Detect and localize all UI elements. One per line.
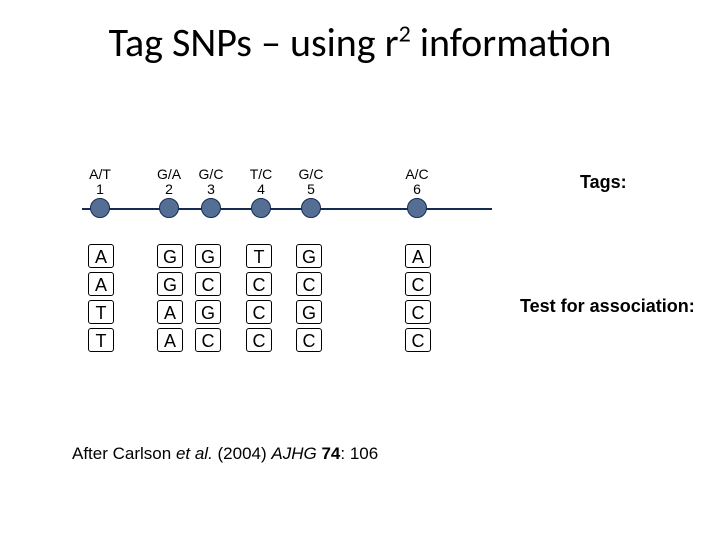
snp-label-3: G/C3 xyxy=(194,167,228,198)
snp-dot-4 xyxy=(251,198,271,218)
citation-mid: (2004) xyxy=(213,444,272,463)
snp-dot-1 xyxy=(90,198,110,218)
haplotype-cell: G xyxy=(296,300,322,324)
haplotype-cell: C xyxy=(296,272,322,296)
snp-dot-3 xyxy=(201,198,221,218)
snp-allele: T/C xyxy=(250,166,273,182)
title-pre: Tag SNPs – using r xyxy=(109,18,399,67)
snp-dot-6 xyxy=(407,198,427,218)
snp-allele: G/C xyxy=(199,166,224,182)
slide: Tag SNPs – using r2 information A/T1 G/A… xyxy=(0,0,720,540)
snp-index: 1 xyxy=(83,182,117,197)
haplotype-cell: C xyxy=(405,300,431,324)
haplotype-cell: C xyxy=(405,272,431,296)
haplotype-cell: C xyxy=(195,328,221,352)
test-association-label: Test for association: xyxy=(520,296,695,317)
citation-pre: After Carlson xyxy=(72,444,176,463)
haplotype-cell: C xyxy=(246,328,272,352)
slide-title: Tag SNPs – using r2 information xyxy=(0,18,720,67)
title-post: information xyxy=(411,18,612,67)
haplotype-cell: A xyxy=(405,244,431,268)
haplotype-cell: C xyxy=(296,328,322,352)
snp-allele: G/C xyxy=(299,166,324,182)
snp-dot-5 xyxy=(301,198,321,218)
haplotype-cell: G xyxy=(195,300,221,324)
haplotype-cell: T xyxy=(88,328,114,352)
haplotype-cell: G xyxy=(195,244,221,268)
snp-label-6: A/C6 xyxy=(400,167,434,198)
haplotype-cell: A xyxy=(88,272,114,296)
haplotype-cell: T xyxy=(88,300,114,324)
snp-index: 2 xyxy=(152,182,186,197)
citation: After Carlson et al. (2004) AJHG 74: 106 xyxy=(72,444,378,464)
haplotype-cell: C xyxy=(195,272,221,296)
citation-etal: et al. xyxy=(176,444,213,463)
snp-label-5: G/C5 xyxy=(294,167,328,198)
snp-label-1: A/T1 xyxy=(83,167,117,198)
snp-index: 6 xyxy=(400,182,434,197)
snp-dot-2 xyxy=(159,198,179,218)
title-sup: 2 xyxy=(399,20,411,49)
haplotype-cell: C xyxy=(405,328,431,352)
citation-journal: AJHG xyxy=(271,444,321,463)
haplotype-cell: G xyxy=(296,244,322,268)
haplotype-cell: G xyxy=(157,244,183,268)
haplotype-cell: G xyxy=(157,272,183,296)
snp-index: 3 xyxy=(194,182,228,197)
snp-index: 5 xyxy=(294,182,328,197)
haplotype-cell: C xyxy=(246,300,272,324)
snp-index: 4 xyxy=(244,182,278,197)
snp-label-4: T/C4 xyxy=(244,167,278,198)
haplotype-cell: A xyxy=(88,244,114,268)
haplotype-cell: T xyxy=(246,244,272,268)
snp-axis-line-tail xyxy=(472,208,492,210)
citation-post: : 106 xyxy=(340,444,378,463)
snp-allele: A/T xyxy=(89,166,111,182)
haplotype-cell: C xyxy=(246,272,272,296)
snp-allele: A/C xyxy=(405,166,428,182)
haplotype-cell: A xyxy=(157,300,183,324)
snp-label-2: G/A2 xyxy=(152,167,186,198)
tags-label: Tags: xyxy=(580,172,627,193)
haplotype-cell: A xyxy=(157,328,183,352)
snp-allele: G/A xyxy=(157,166,181,182)
citation-volume: 74 xyxy=(321,444,340,463)
